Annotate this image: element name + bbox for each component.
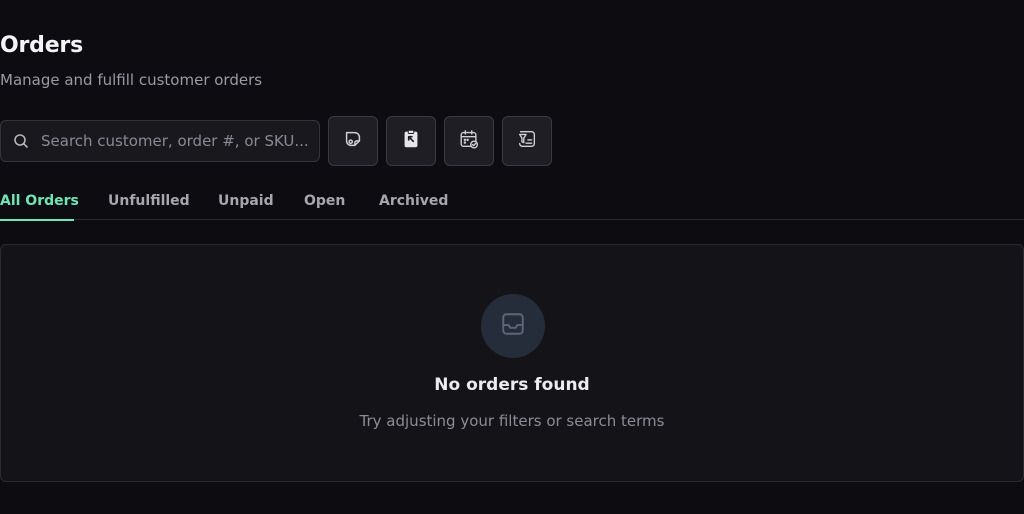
page-subtitle: Manage and fulfill customer orders bbox=[0, 71, 263, 89]
calendar-check-icon bbox=[458, 128, 480, 154]
clipboard-cursor-icon bbox=[400, 128, 422, 154]
tab-all-orders[interactable]: All Orders bbox=[0, 186, 79, 221]
sticker-button[interactable] bbox=[328, 116, 378, 166]
page-title: Orders bbox=[0, 33, 83, 58]
clipboard-button[interactable] bbox=[386, 116, 436, 166]
tab-archived[interactable]: Archived bbox=[379, 186, 448, 220]
tab-unpaid[interactable]: Unpaid bbox=[218, 186, 274, 220]
sticker-icon bbox=[342, 128, 364, 154]
order-tabs: All Orders Unfulfilled Unpaid Open Archi… bbox=[0, 186, 1024, 221]
empty-state-title: No orders found bbox=[434, 375, 590, 395]
orders-page: Orders Manage and fulfill customer order… bbox=[0, 0, 1024, 514]
empty-state-icon-circle bbox=[481, 294, 545, 358]
calendar-button[interactable] bbox=[444, 116, 494, 166]
search-box[interactable] bbox=[0, 120, 320, 162]
search-input[interactable] bbox=[41, 121, 313, 161]
inbox-icon bbox=[500, 311, 526, 341]
empty-state-card: No orders found Try adjusting your filte… bbox=[0, 244, 1024, 482]
empty-state-message: Try adjusting your filters or search ter… bbox=[359, 412, 665, 430]
filter-button[interactable] bbox=[502, 116, 552, 166]
search-icon bbox=[13, 133, 29, 149]
tab-open[interactable]: Open bbox=[304, 186, 345, 220]
filter-list-icon bbox=[516, 128, 538, 154]
tab-unfulfilled[interactable]: Unfulfilled bbox=[108, 186, 190, 220]
